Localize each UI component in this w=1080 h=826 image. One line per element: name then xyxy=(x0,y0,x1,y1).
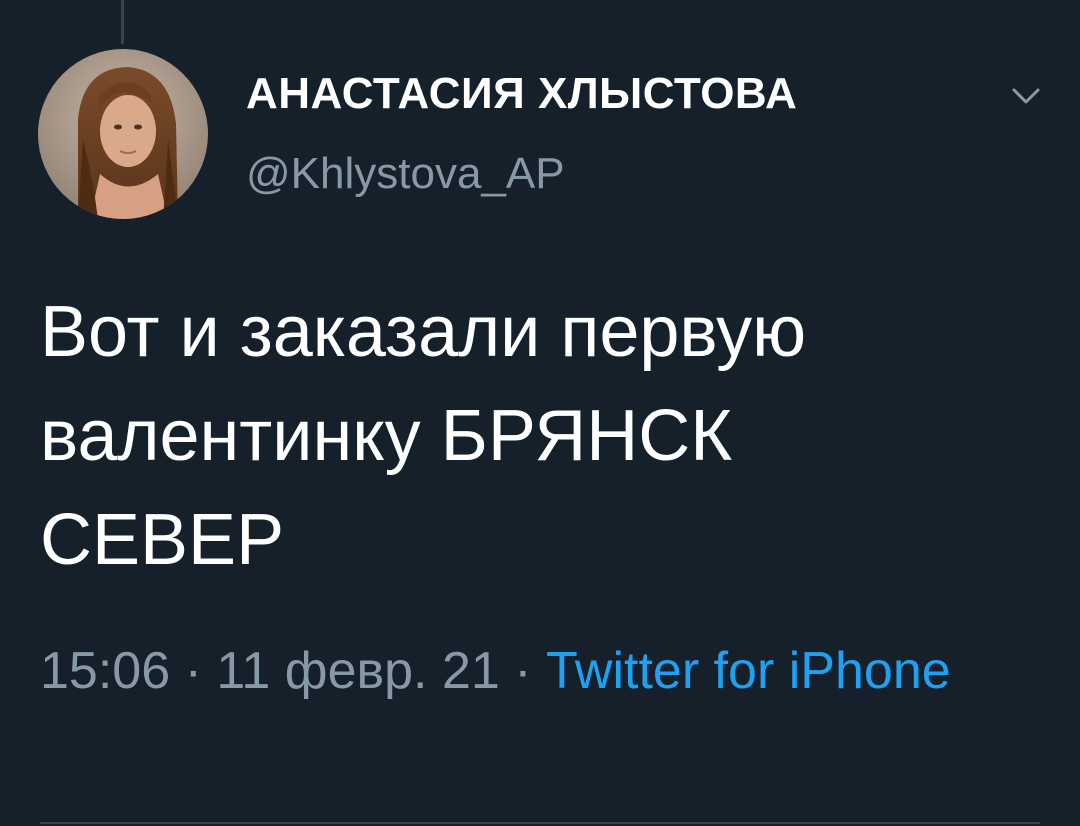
tweet-meta: 15:06 · 11 февр. 21 · Twitter for iPhone xyxy=(40,630,1040,712)
thread-connector-line xyxy=(121,0,124,44)
tweet-date[interactable]: 11 февр. 21 xyxy=(216,642,499,700)
divider xyxy=(40,822,1040,824)
tweet-text: Вот и заказали первую валентинку БРЯНСК СЕ… xyxy=(40,280,1050,592)
meta-separator: · xyxy=(514,642,532,700)
author-display-name[interactable]: АНАСТАСИЯ ХЛЫСТОВА xyxy=(246,72,797,116)
avatar-photo xyxy=(38,49,208,219)
tweet-text-line: Вот и заказали первую xyxy=(40,292,807,372)
tweet-text-line: СЕВЕР xyxy=(40,500,285,580)
tweet-source-link[interactable]: Twitter for iPhone xyxy=(546,642,951,700)
tweet-time[interactable]: 15:06 xyxy=(40,642,170,700)
meta-separator: · xyxy=(184,642,202,700)
tweet-text-line: валентинку БРЯНСК xyxy=(40,396,733,476)
chevron-down-icon[interactable] xyxy=(1010,84,1042,108)
author-handle[interactable]: @Khlystova_AP xyxy=(246,152,565,196)
avatar[interactable] xyxy=(38,49,208,219)
